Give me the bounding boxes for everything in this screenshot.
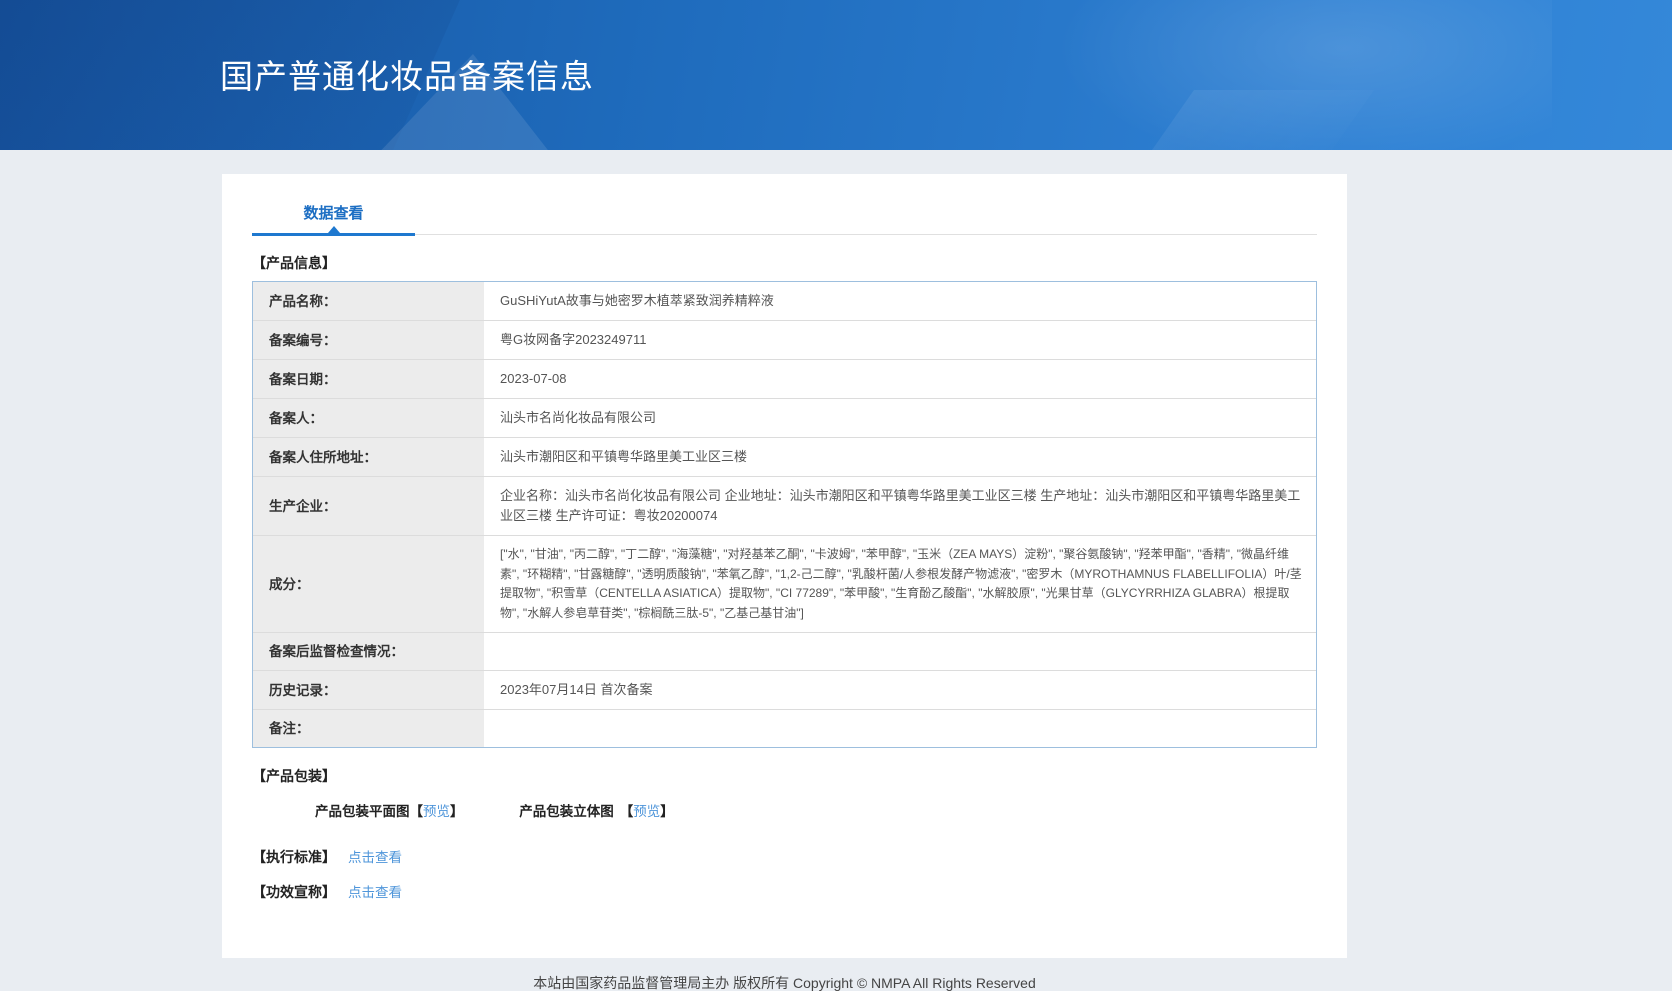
execution-standard-view-link[interactable]: 点击查看 [348, 850, 402, 865]
table-row-filer: 备案人： 汕头市名尚化妆品有限公司 [253, 399, 1316, 438]
row-label: 备案后监督检查情况： [253, 633, 486, 670]
row-value: 2023-07-08 [500, 371, 567, 386]
content-card: 数据查看 【产品信息】 产品名称： GuSHiYutA故事与她密罗木植萃紧致润养… [222, 174, 1347, 958]
bracket-open: 【 [619, 804, 634, 819]
packaging-stereo-item: 产品包装立体图 【预览】 [519, 800, 674, 820]
table-row-ingredients: 成分： ["水", "甘油", "丙二醇", "丁二醇", "海藻糖", "对羟… [253, 536, 1316, 633]
table-row-filer-address: 备案人住所地址： 汕头市潮阳区和平镇粤华路里美工业区三楼 [253, 438, 1316, 477]
bracket-close: 】 [450, 804, 464, 819]
table-row-product-name: 产品名称： GuSHiYutA故事与她密罗木植萃紧致润养精粹液 [253, 282, 1316, 321]
row-label: 备注： [253, 710, 486, 747]
tab-active-underline [252, 233, 415, 236]
row-value: 汕头市潮阳区和平镇粤华路里美工业区三楼 [500, 449, 748, 464]
page-title: 国产普通化妆品备案信息 [220, 58, 594, 95]
packaging-flat-item: 产品包装平面图【预览】 [315, 800, 464, 820]
table-row-manufacturer: 生产企业： 企业名称：汕头市名尚化妆品有限公司 企业地址：汕头市潮阳区和平镇粤华… [253, 477, 1316, 536]
tab-active-arrow-icon [327, 226, 340, 233]
row-label: 成分： [253, 536, 486, 632]
table-row-filing-number: 备案编号： 粤G妆网备字2023249711 [253, 321, 1316, 360]
product-info-section-title: 【产品信息】 [252, 255, 336, 271]
table-row-post-filing-inspection: 备案后监督检查情况： [253, 633, 1316, 671]
tab-data-view[interactable]: 数据查看 [252, 188, 415, 236]
packaging-links-row: 产品包装平面图【预览】 产品包装立体图 【预览】 [315, 800, 1317, 820]
row-value: GuSHiYutA故事与她密罗木植萃紧致润养精粹液 [500, 293, 774, 308]
row-label: 生产企业： [253, 477, 486, 535]
footer-copyright: 本站由国家药品监督管理局主办 版权所有 Copyright © NMPA All… [533, 975, 1036, 991]
row-label: 备案编号： [253, 321, 486, 359]
bracket-close: 】 [660, 804, 674, 819]
row-label: 产品名称： [253, 282, 486, 320]
row-value: 汕头市名尚化妆品有限公司 [500, 410, 657, 425]
row-label: 历史记录： [253, 671, 486, 709]
bracket-open: 【 [409, 804, 424, 819]
row-label: 备案人住所地址： [253, 438, 486, 476]
efficacy-claim-view-link[interactable]: 点击查看 [348, 885, 402, 900]
table-row-history: 历史记录： 2023年07月14日 首次备案 [253, 671, 1316, 710]
table-row-filing-date: 备案日期： 2023-07-08 [253, 360, 1316, 399]
tab-bar: 数据查看 [252, 188, 1317, 236]
row-value: 2023年07月14日 首次备案 [500, 682, 653, 697]
row-value [486, 633, 1316, 670]
packaging-stereo-preview-link[interactable]: 预览 [633, 804, 660, 819]
row-label: 备案日期： [253, 360, 486, 398]
packaging-stereo-label: 产品包装立体图 [519, 804, 614, 819]
table-row-remarks: 备注： [253, 710, 1316, 747]
product-info-table: 产品名称： GuSHiYutA故事与她密罗木植萃紧致润养精粹液 备案编号： 粤G… [252, 281, 1317, 748]
packaging-flat-preview-link[interactable]: 预览 [423, 804, 450, 819]
row-value: 企业名称：汕头市名尚化妆品有限公司 企业地址：汕头市潮阳区和平镇粤华路里美工业区… [500, 488, 1301, 523]
row-label: 备案人： [253, 399, 486, 437]
row-value [486, 710, 1316, 747]
execution-standard-title: 【执行标准】 [252, 849, 336, 865]
page-header: 国产普通化妆品备案信息 [0, 0, 1672, 150]
row-value: 粤G妆网备字2023249711 [500, 332, 647, 347]
tab-data-view-label: 数据查看 [303, 205, 364, 222]
packaging-section-title: 【产品包装】 [252, 768, 336, 784]
efficacy-claim-row: 【功效宣称】 点击查看 [252, 881, 1317, 902]
efficacy-claim-title: 【功效宣称】 [252, 884, 336, 900]
row-value: ["水", "甘油", "丙二醇", "丁二醇", "海藻糖", "对羟基苯乙酮… [500, 547, 1302, 620]
execution-standard-row: 【执行标准】 点击查看 [252, 846, 1317, 867]
packaging-flat-label: 产品包装平面图 [315, 804, 410, 819]
